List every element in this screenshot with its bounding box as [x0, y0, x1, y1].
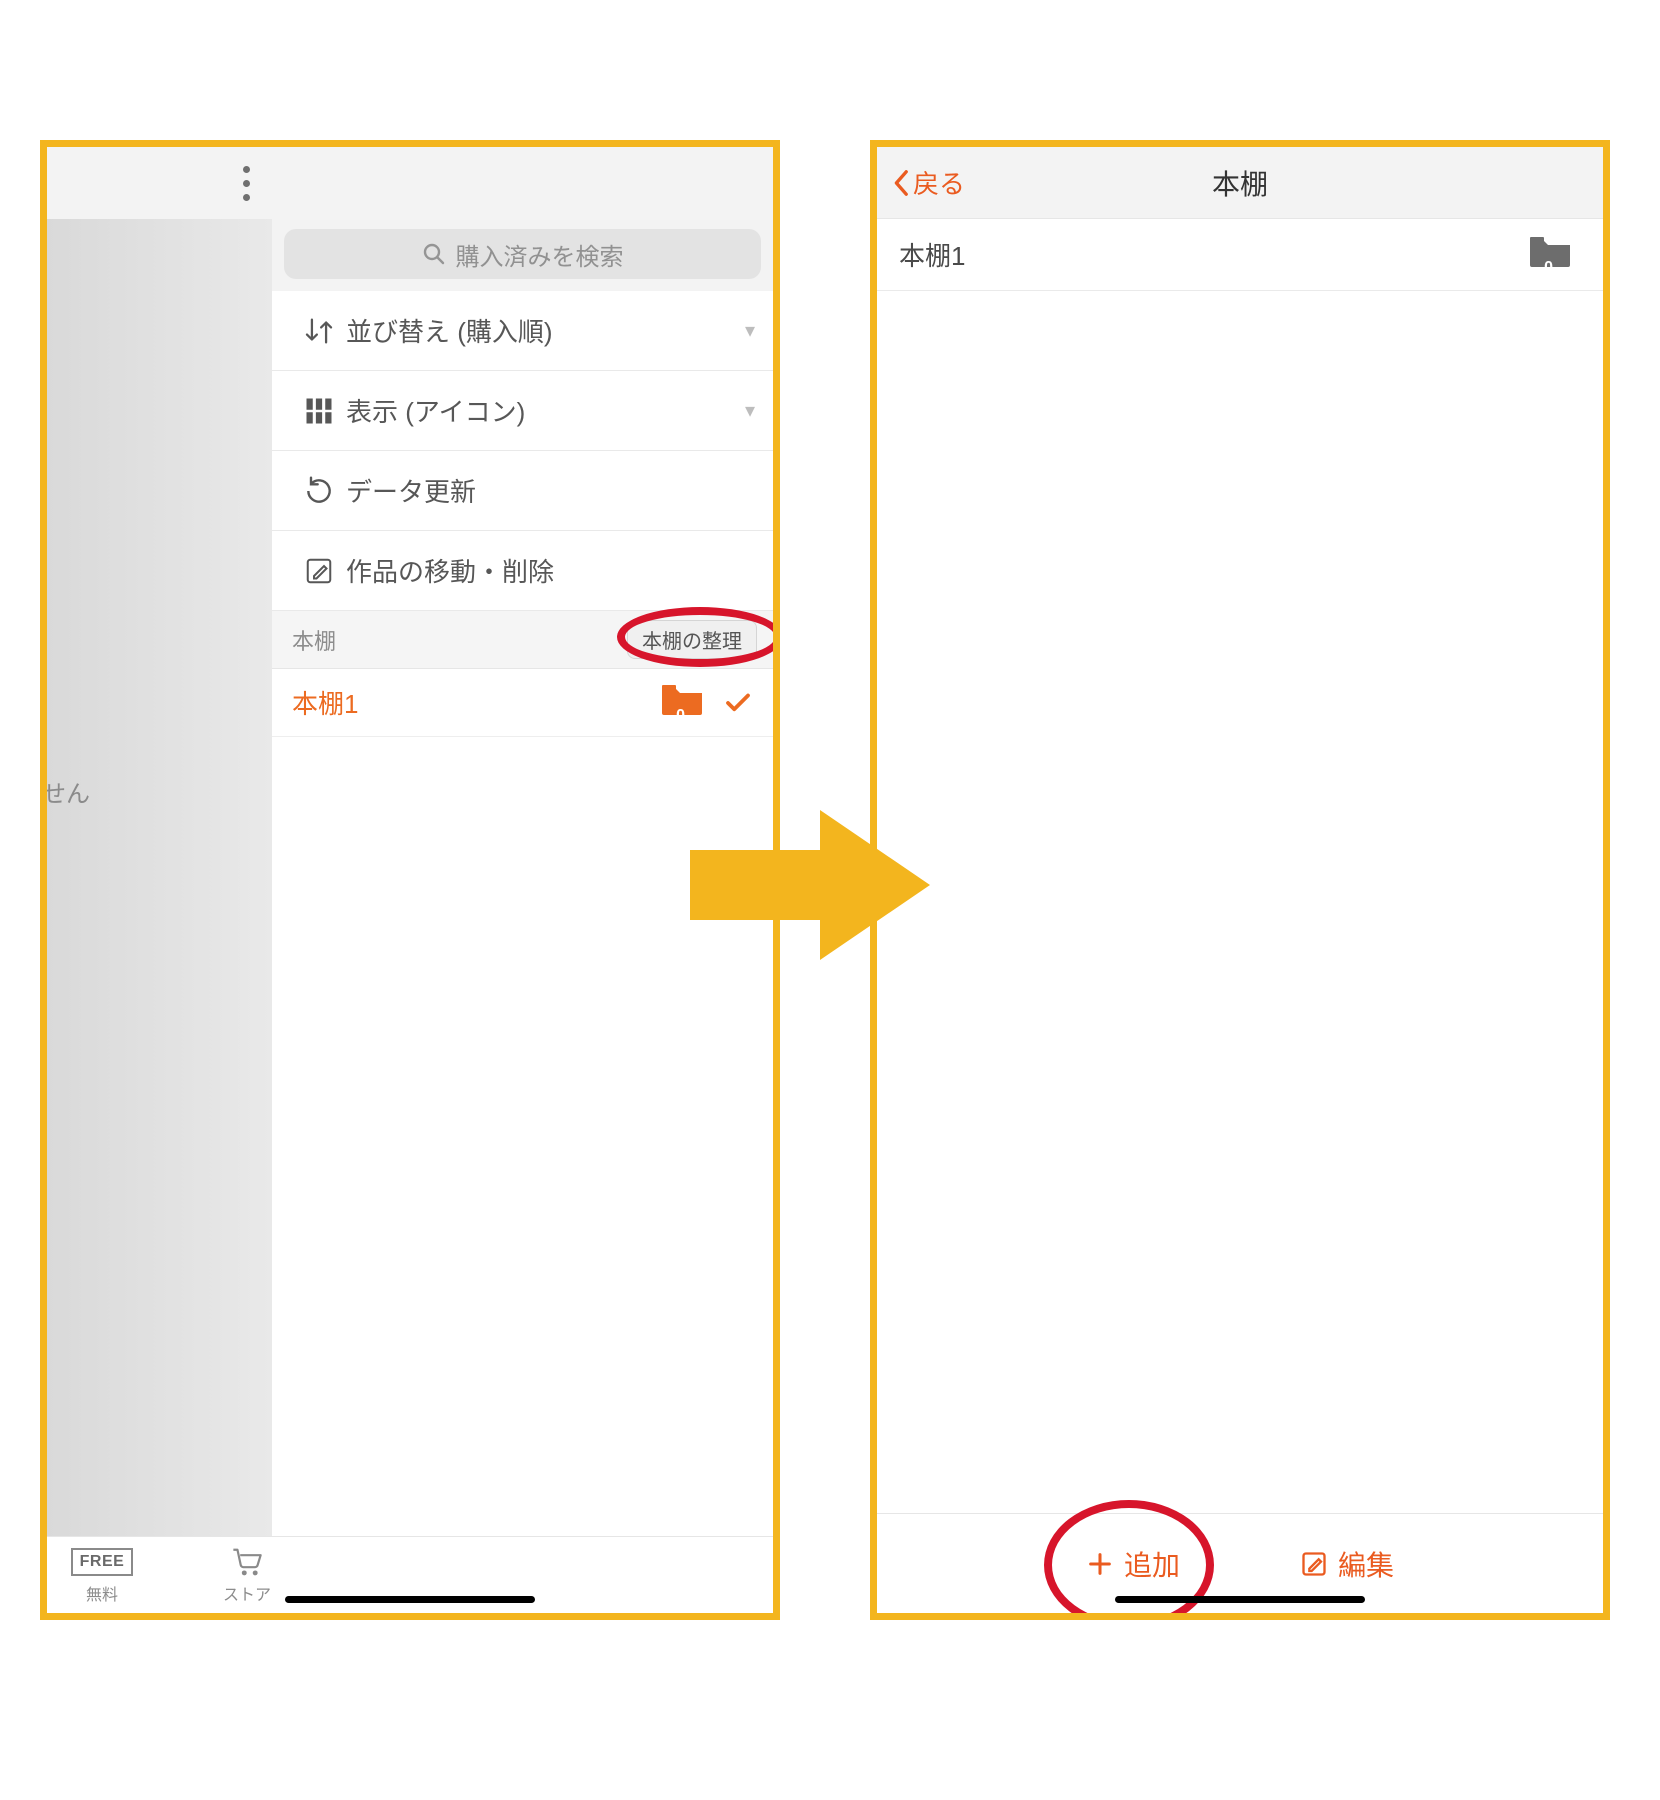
menu-item-label: 並び替え (購入順) [346, 312, 553, 349]
shelf-section-header: 本棚 本棚の整理 [272, 611, 773, 669]
bottom-action-bar: 追加 編集 [877, 1513, 1603, 1613]
section-title: 本棚 [292, 624, 336, 656]
sort-icon [302, 314, 336, 348]
menu-item-move-delete[interactable]: 作品の移動・削除 [272, 531, 773, 611]
edit-label: 編集 [1338, 1544, 1394, 1584]
grid-icon [304, 396, 334, 426]
cropped-background-text: せん [42, 774, 90, 809]
free-icon: FREE [71, 1548, 134, 1576]
menu-item-label: データ更新 [346, 472, 476, 509]
home-indicator[interactable] [285, 1596, 535, 1603]
add-label: 追加 [1124, 1544, 1180, 1584]
folder-icon: 0 [1528, 235, 1581, 274]
top-bar [47, 147, 773, 219]
add-button[interactable]: 追加 [1086, 1544, 1180, 1584]
edit-button[interactable]: 編集 [1300, 1544, 1394, 1584]
screenshot-right: 戻る 本棚 本棚1 0 追加 編集 [870, 140, 1610, 1620]
folder-icon: 0 [660, 683, 713, 722]
tab-free[interactable]: FREE 無料 [47, 1545, 157, 1605]
organize-shelf-button[interactable]: 本棚の整理 [627, 620, 757, 659]
menu-item-view[interactable]: 表示 (アイコン) ▾ [272, 371, 773, 451]
back-button[interactable]: 戻る [893, 164, 965, 201]
menu-item-label: 作品の移動・削除 [346, 552, 554, 589]
nav-bar: 戻る 本棚 [877, 147, 1603, 219]
kebab-menu-icon[interactable] [243, 166, 250, 201]
screenshot-left: せん 購入済みを検索 並び替え (購入順) ▾ 表示 (アイコン) ▾ [40, 140, 780, 1620]
shelf-list-row[interactable]: 本棚1 0 [877, 219, 1603, 291]
back-label: 戻る [913, 164, 965, 201]
page-title: 本棚 [1212, 163, 1268, 203]
menu-item-refresh[interactable]: データ更新 [272, 451, 773, 531]
bottom-tab-bar: FREE 無料 ストア [47, 1536, 773, 1613]
side-menu-panel: 購入済みを検索 並び替え (購入順) ▾ 表示 (アイコン) ▾ データ更新 作… [272, 219, 773, 1536]
chevron-down-icon: ▾ [745, 398, 755, 423]
edit-icon [1300, 1550, 1328, 1578]
search-icon [422, 242, 446, 266]
menu-item-label: 表示 (アイコン) [346, 392, 525, 429]
shelf-name: 本棚1 [899, 236, 965, 273]
menu-item-sort[interactable]: 並び替え (購入順) ▾ [272, 291, 773, 371]
home-indicator[interactable] [1115, 1596, 1365, 1603]
chevron-left-icon [893, 169, 911, 197]
chevron-down-icon: ▾ [745, 318, 755, 343]
cart-icon [230, 1547, 264, 1577]
tab-label: 無料 [47, 1581, 157, 1605]
shelf-name: 本棚1 [292, 684, 650, 721]
refresh-icon [303, 475, 335, 507]
edit-icon [304, 556, 334, 586]
plus-icon [1086, 1550, 1114, 1578]
shelf-row[interactable]: 本棚1 0 [272, 669, 773, 737]
folder-count: 0 [1544, 259, 1553, 277]
search-placeholder: 購入済みを検索 [456, 237, 624, 272]
folder-count: 0 [676, 707, 685, 725]
background-dim-layer[interactable]: せん [47, 219, 272, 1536]
search-input[interactable]: 購入済みを検索 [284, 229, 761, 279]
check-icon [723, 688, 753, 718]
